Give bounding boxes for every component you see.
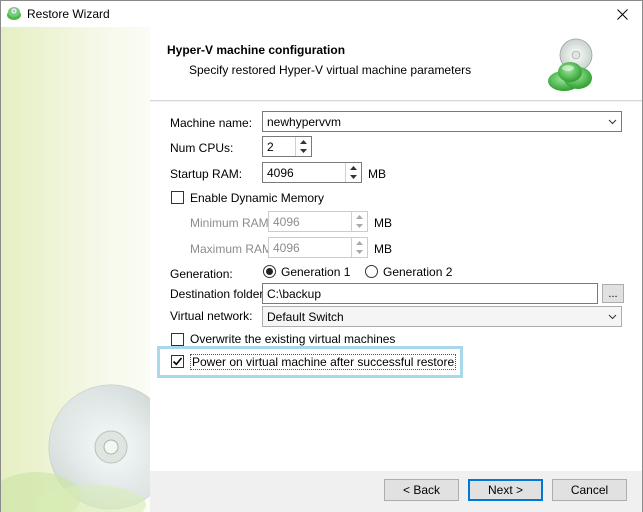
title-bar: Restore Wizard: [1, 1, 642, 27]
spin-up-icon[interactable]: [352, 212, 367, 221]
startup-ram-value: 4096: [267, 165, 294, 180]
window-title: Restore Wizard: [27, 7, 110, 21]
minimum-ram-unit: MB: [374, 216, 392, 230]
num-cpus-label: Num CPUs:: [170, 141, 234, 155]
machine-name-combo[interactable]: newhypervvm: [262, 111, 622, 132]
startup-ram-label: Startup RAM:: [170, 167, 243, 181]
virtual-network-value: Default Switch: [267, 309, 344, 324]
maximum-ram-stepper[interactable]: 4096: [268, 237, 368, 258]
close-icon: [616, 8, 628, 20]
num-cpus-stepper[interactable]: 2: [262, 136, 312, 157]
spin-down-icon[interactable]: [296, 146, 311, 155]
browse-button[interactable]: ...: [602, 284, 624, 303]
wizard-side-panel: [1, 27, 150, 512]
destination-folder-label: Destination folder:: [170, 287, 267, 301]
generation-1-radio[interactable]: [263, 265, 276, 278]
checkmark-icon: [172, 357, 183, 366]
machine-name-label: Machine name:: [170, 116, 253, 130]
dynamic-memory-checkbox[interactable]: [171, 191, 184, 204]
restore-wizard-window: Restore Wizard Hyper-V machine configura…: [0, 0, 643, 512]
spin-up-icon[interactable]: [346, 163, 361, 172]
startup-ram-spin[interactable]: [345, 163, 361, 182]
spin-up-icon[interactable]: [352, 238, 367, 247]
maximum-ram-spin[interactable]: [351, 238, 367, 257]
power-on-label: Power on virtual machine after successfu…: [190, 354, 457, 370]
chevron-down-icon: [608, 314, 617, 320]
restore-cloud-disc-icon: [548, 38, 593, 91]
destination-folder-input[interactable]: C:\backup: [262, 283, 598, 304]
generation-label: Generation:: [170, 267, 233, 281]
startup-ram-stepper[interactable]: 4096: [262, 162, 362, 183]
virtual-network-select[interactable]: Default Switch: [262, 306, 622, 327]
page-subtitle: Specify restored Hyper-V virtual machine…: [189, 63, 472, 77]
overwrite-checkbox[interactable]: [171, 333, 184, 346]
back-button[interactable]: < Back: [384, 479, 459, 501]
virtual-network-label: Virtual network:: [170, 309, 253, 323]
minimum-ram-spin[interactable]: [351, 212, 367, 231]
chevron-down-icon: [608, 119, 617, 125]
wizard-footer: < Back Next > Cancel: [150, 471, 642, 512]
spin-down-icon[interactable]: [352, 221, 367, 230]
maximum-ram-value: 4096: [273, 240, 300, 255]
cloud-decoration-icon: [1, 472, 146, 512]
maximum-ram-label: Maximum RAM:: [190, 242, 276, 256]
minimum-ram-label: Minimum RAM:: [190, 216, 273, 230]
destination-folder-value: C:\backup: [267, 286, 322, 301]
maximum-ram-unit: MB: [374, 242, 392, 256]
dynamic-memory-label: Enable Dynamic Memory: [190, 191, 325, 205]
generation-2-label: Generation 2: [383, 265, 453, 279]
spin-down-icon[interactable]: [352, 247, 367, 256]
power-on-checkbox[interactable]: [171, 355, 184, 368]
spin-down-icon[interactable]: [346, 172, 361, 181]
startup-ram-unit: MB: [368, 167, 386, 181]
close-button[interactable]: [602, 1, 642, 27]
overwrite-label: Overwrite the existing virtual machines: [190, 332, 396, 346]
app-icon: [6, 5, 22, 21]
minimum-ram-stepper[interactable]: 4096: [268, 211, 368, 232]
configuration-form: Machine name: newhypervvm Num CPUs: 2 St…: [150, 102, 642, 471]
machine-name-value: newhypervvm: [267, 114, 342, 129]
next-button[interactable]: Next >: [468, 479, 543, 501]
cancel-button[interactable]: Cancel: [552, 479, 627, 501]
num-cpus-value: 2: [267, 139, 274, 154]
spin-up-icon[interactable]: [296, 137, 311, 146]
minimum-ram-value: 4096: [273, 214, 300, 229]
generation-2-radio[interactable]: [365, 265, 378, 278]
page-title: Hyper-V machine configuration: [167, 43, 346, 57]
num-cpus-spin[interactable]: [295, 137, 311, 156]
wizard-header: Hyper-V machine configuration Specify re…: [150, 27, 642, 101]
generation-1-label: Generation 1: [281, 265, 351, 279]
